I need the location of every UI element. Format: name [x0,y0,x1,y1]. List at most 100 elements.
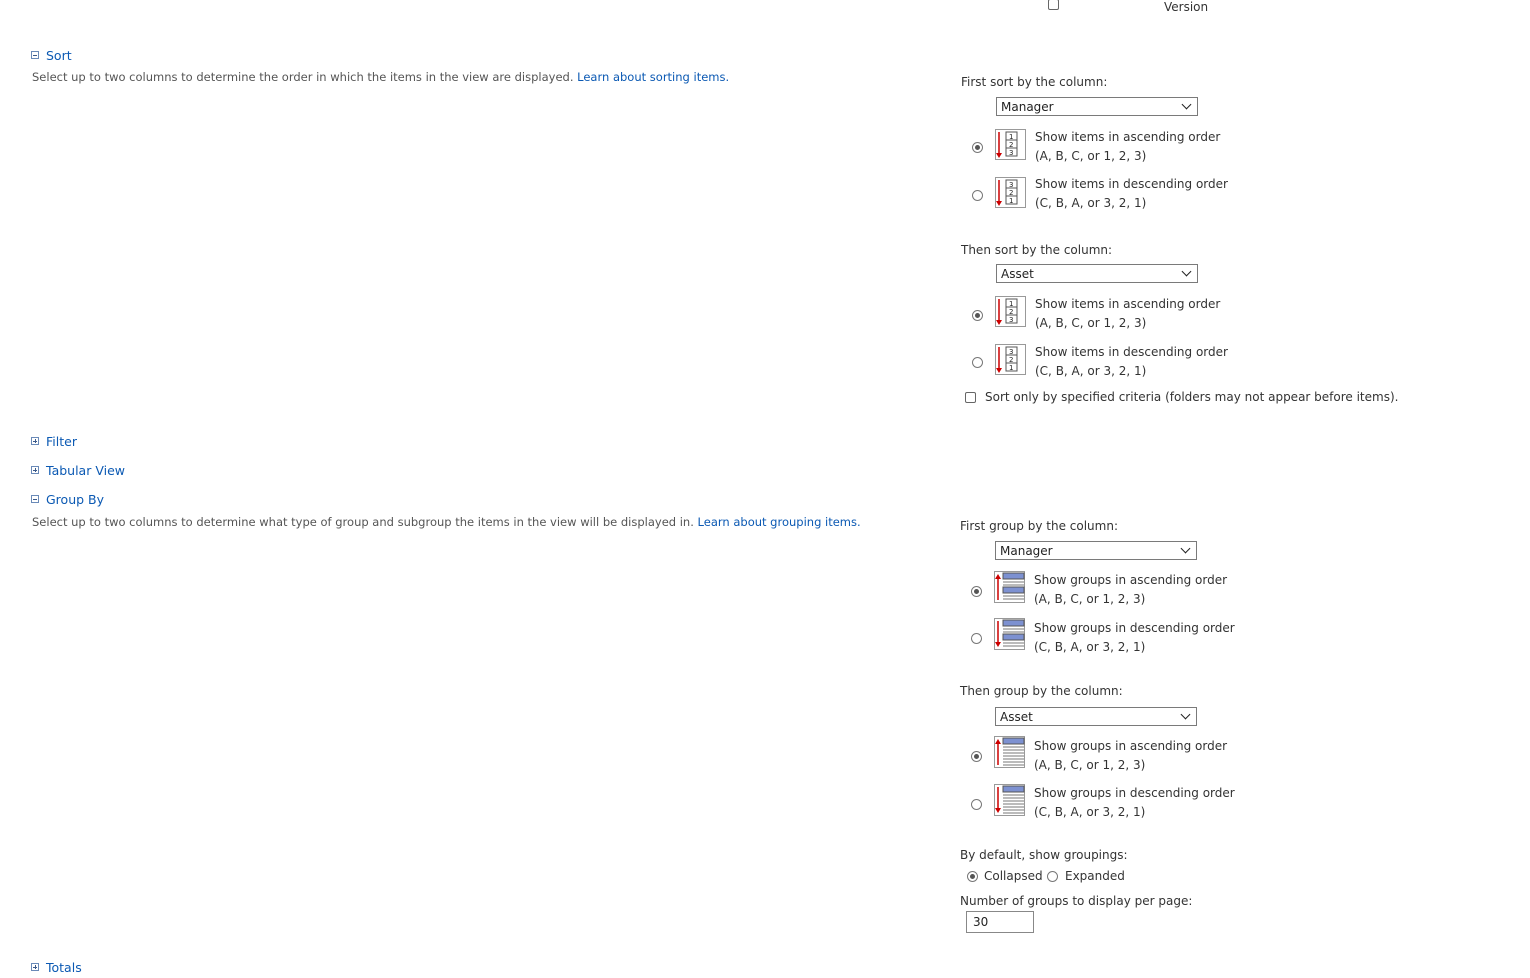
group-descending-line-2: (C, B, A, or 3, 2, 1) [1034,640,1146,654]
descending-line-2: (C, B, A, or 3, 2, 1) [1035,364,1147,378]
then-sort-label: Then sort by the column: [961,243,1113,257]
then-group-descending-text: Show groups in descending order (C, B, A… [1034,784,1235,822]
svg-text:2: 2 [1009,141,1013,149]
svg-text:1: 1 [1009,133,1013,141]
descending-line-2: (C, B, A, or 3, 2, 1) [1035,196,1147,210]
chevron-down-icon [1180,709,1191,720]
group-descending-line-2: (C, B, A, or 3, 2, 1) [1034,805,1146,819]
ascending-line-1: Show items in ascending order [1035,297,1221,311]
first-group-ascending-text: Show groups in ascending order (A, B, C,… [1034,571,1227,609]
collapse-icon [31,51,39,59]
group-descending-line-1: Show groups in descending order [1034,786,1235,800]
then-group-ascending-text: Show groups in ascending order (A, B, C,… [1034,737,1227,775]
expand-icon [31,466,39,474]
svg-text:1: 1 [1009,364,1013,372]
expand-icon [31,437,39,445]
first-group-ascending-radio[interactable] [971,586,982,597]
group-descending-icon [994,618,1025,650]
first-sort-ascending-text: Show items in ascending order (A, B, C, … [1035,128,1220,166]
first-sort-descending-text: Show items in descending order (C, B, A,… [1035,175,1228,213]
first-group-select[interactable]: Manager [995,541,1197,560]
section-filter-title: Filter [46,433,77,449]
sort-criteria-label: Sort only by specified criteria (folders… [985,390,1399,404]
sort-ascending-icon: 1 2 3 [995,296,1026,327]
ascending-line-1: Show items in ascending order [1035,130,1221,144]
descending-line-1: Show items in descending order [1035,177,1228,191]
first-group-label: First group by the column: [960,519,1118,533]
descending-line-1: Show items in descending order [1035,345,1228,359]
group-ascending-line-2: (A, B, C, or 1, 2, 3) [1034,758,1146,772]
section-totals-title: Totals [46,959,82,975]
section-tabular-title: Tabular View [46,462,125,478]
sort-descending-icon: 3 2 1 [995,344,1026,375]
svg-text:3: 3 [1009,181,1013,189]
svg-text:2: 2 [1009,308,1013,316]
then-group-descending-radio[interactable] [971,799,982,810]
first-sort-descending-radio[interactable] [972,190,983,201]
svg-text:3: 3 [1009,149,1013,157]
svg-text:1: 1 [1009,197,1013,205]
then-sort-descending-radio[interactable] [972,357,983,368]
group-ascending-line-1: Show groups in ascending order [1034,739,1228,753]
first-group-descending-radio[interactable] [971,633,982,644]
then-sort-value: Asset [1001,266,1034,281]
chevron-down-icon [1180,543,1191,554]
version-label: Version [1164,0,1209,14]
section-sort-title: Sort [46,47,72,63]
chevron-down-icon [1181,99,1192,110]
first-sort-select[interactable]: Manager [996,97,1198,116]
first-sort-value: Manager [1001,99,1054,114]
section-group-description: Select up to two columns to determine wh… [32,515,861,529]
svg-text:2: 2 [1009,189,1013,197]
group-descending-icon [994,784,1025,816]
expanded-label: Expanded [1065,869,1125,883]
group-ascending-icon [994,571,1025,603]
then-sort-ascending-radio[interactable] [972,310,983,321]
groups-per-page-input[interactable]: 30 [966,911,1034,933]
first-group-descending-text: Show groups in descending order (C, B, A… [1034,619,1235,657]
sort-description-text: Select up to two columns to determine th… [32,70,574,84]
expanded-radio[interactable] [1047,871,1058,882]
svg-text:1: 1 [1009,300,1013,308]
svg-text:3: 3 [1009,316,1013,324]
section-group-header[interactable]: Group By [31,491,104,507]
learn-sorting-link[interactable]: Learn about sorting items. [577,70,729,84]
section-sort-description: Select up to two columns to determine th… [32,70,729,84]
collapsed-radio[interactable] [967,871,978,882]
section-sort-header[interactable]: Sort [31,47,72,63]
group-description-text: Select up to two columns to determine wh… [32,515,694,529]
first-sort-label: First sort by the column: [961,75,1108,89]
default-groupings-label: By default, show groupings: [960,848,1128,862]
groups-per-page-label: Number of groups to display per page: [960,894,1193,908]
collapse-icon [31,495,39,503]
section-filter-header[interactable]: Filter [31,433,77,449]
group-ascending-line-2: (A, B, C, or 1, 2, 3) [1034,592,1146,606]
then-sort-select[interactable]: Asset [996,264,1198,283]
first-group-value: Manager [1000,543,1053,558]
collapsed-label: Collapsed [984,869,1043,883]
then-group-select[interactable]: Asset [995,707,1197,726]
ascending-line-2: (A, B, C, or 1, 2, 3) [1035,149,1147,163]
sort-descending-icon: 3 2 1 [995,177,1026,208]
expand-icon [31,963,39,971]
group-ascending-line-1: Show groups in ascending order [1034,573,1228,587]
then-group-value: Asset [1000,709,1033,724]
section-tabular-header[interactable]: Tabular View [31,462,125,478]
group-ascending-icon [994,736,1025,768]
version-checkbox[interactable] [1048,0,1059,10]
section-totals-header[interactable]: Totals [31,959,82,975]
group-descending-line-1: Show groups in descending order [1034,621,1235,635]
chevron-down-icon [1181,266,1192,277]
sort-criteria-checkbox[interactable] [965,392,976,403]
ascending-line-2: (A, B, C, or 1, 2, 3) [1035,316,1147,330]
first-sort-ascending-radio[interactable] [972,142,983,153]
then-group-ascending-radio[interactable] [971,751,982,762]
sort-ascending-icon: 1 2 3 [995,129,1026,160]
svg-text:3: 3 [1009,348,1013,356]
section-group-title: Group By [46,491,105,507]
learn-grouping-link[interactable]: Learn about grouping items. [698,515,861,529]
then-group-label: Then group by the column: [960,684,1123,698]
then-sort-descending-text: Show items in descending order (C, B, A,… [1035,343,1228,381]
svg-text:2: 2 [1009,356,1013,364]
then-sort-ascending-text: Show items in ascending order (A, B, C, … [1035,295,1220,333]
